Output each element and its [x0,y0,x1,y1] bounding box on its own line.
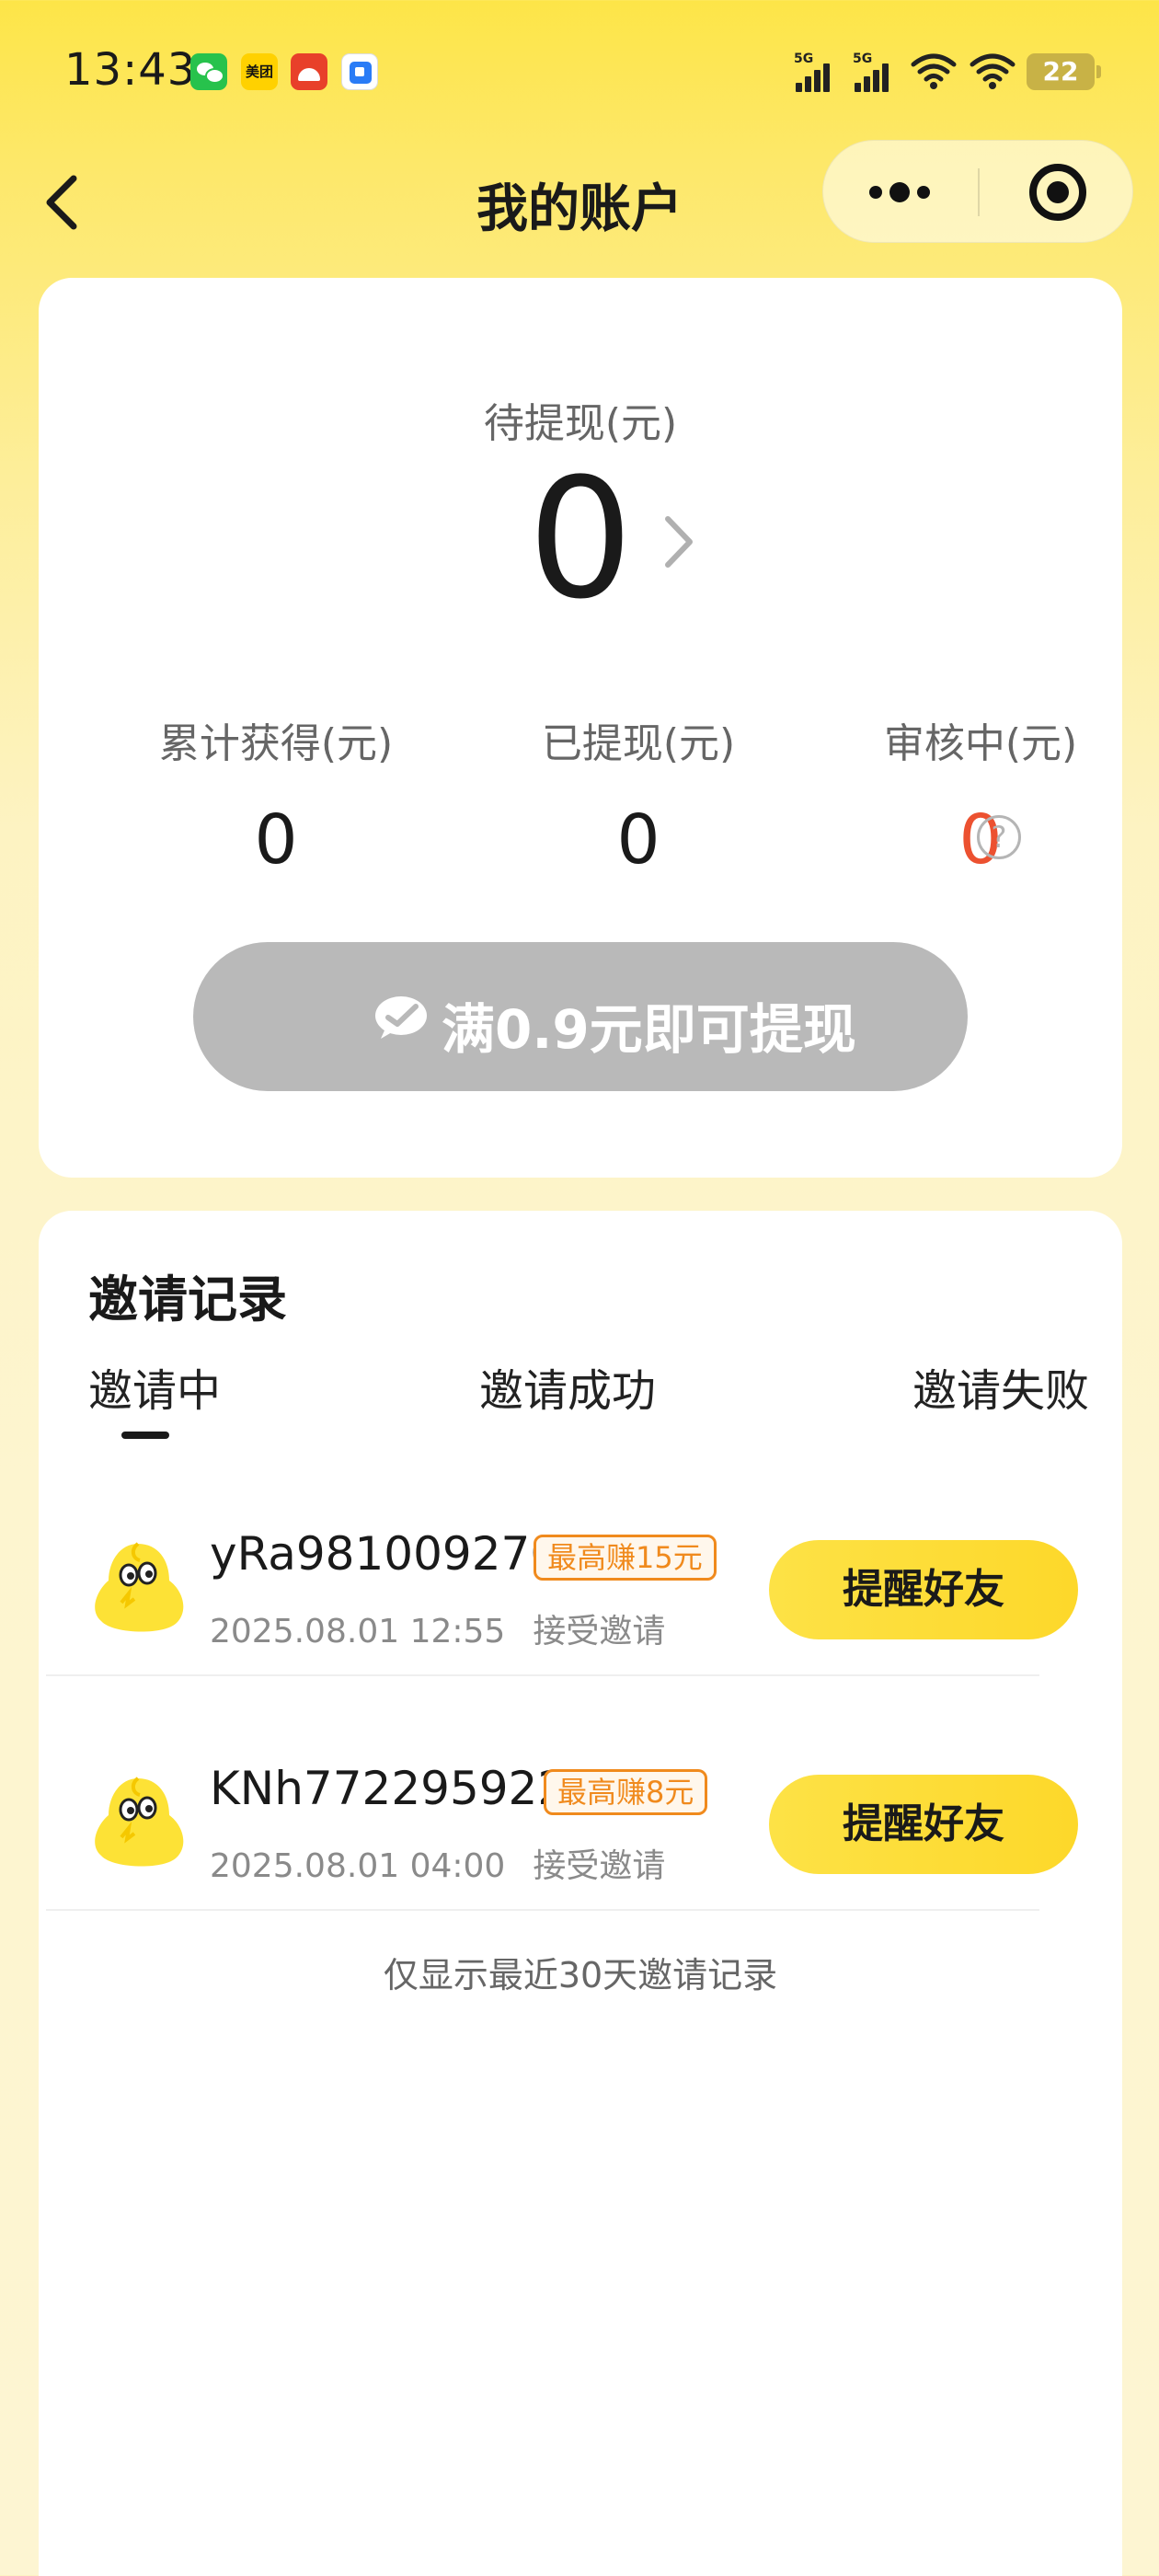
chevron-right-icon[interactable] [655,510,701,574]
withdraw-button[interactable]: 满0.9元即可提现 [193,942,968,1091]
wechat-icon [190,53,227,90]
wechat-pay-icon [375,996,427,1039]
remind-friend-button[interactable]: 提醒好友 [769,1540,1078,1639]
tab-invite-success[interactable]: 邀请成功 [479,1354,656,1419]
section-title: 邀请记录 [88,1271,287,1328]
app-notification-icon [291,53,327,90]
more-dots-icon [869,186,882,199]
withdraw-button-label: 满0.9元即可提现 [442,998,856,1061]
active-tab-indicator [121,1432,169,1439]
stat-withdrawn: 已提现(元) 0 [473,710,804,874]
account-summary-card: 待提现(元) 0 累计获得(元) 0 已提现(元) 0 审核中(元) 0 ? 满… [39,278,1122,1178]
stat-label: 审核中(元) [883,720,1078,767]
avatar [95,1542,184,1632]
invite-meta: 2025.08.01 12:55 接受邀请 [210,1604,665,1652]
invite-status: 接受邀请 [533,1613,666,1650]
invitee-username: yRa981009270 [210,1527,560,1581]
avatar [95,1777,184,1867]
help-icon[interactable]: ? [977,815,1021,859]
stat-label: 已提现(元) [541,720,736,767]
pending-withdrawal-amount[interactable]: 0 [39,457,1122,623]
invite-date: 2025.08.01 04:00 [210,1847,506,1885]
stat-total-earned: 累计获得(元) 0 [110,710,442,874]
meituan-icon: 美团 [241,53,278,90]
invite-meta: 2025.08.01 04:00 接受邀请 [210,1839,665,1887]
tab-inviting[interactable]: 邀请中 [88,1354,221,1419]
more-button[interactable] [823,141,978,244]
close-mini-program-button[interactable] [980,141,1134,244]
invite-date: 2025.08.01 12:55 [210,1613,506,1650]
pending-withdrawal-label: 待提现(元) [483,400,678,447]
battery-indicator: 22 [1027,53,1101,90]
stat-value: 0 [616,800,660,880]
invite-status: 接受邀请 [533,1847,666,1885]
reward-badge: 最高赚8元 [544,1769,708,1815]
mini-program-capsule [822,140,1133,243]
list-item: KNh772295922 最高赚8元 2025.08.01 04:00 接受邀请 … [39,1729,1122,1913]
list-divider [46,1909,1039,1911]
tab-invite-failed[interactable]: 邀请失败 [912,1354,1089,1419]
wifi-icon [970,53,1016,89]
records-footer-note: 仅显示最近30天邀请记录 [383,1955,778,1995]
remind-friend-button[interactable]: 提醒好友 [769,1775,1078,1874]
list-divider [46,1674,1039,1676]
list-item: yRa981009270 最高赚15元 2025.08.01 12:55 接受邀请… [39,1494,1122,1678]
app-notification-icon [341,53,378,90]
cellular-signal-icon: 5G [794,52,838,92]
reward-badge: 最高赚15元 [534,1535,717,1581]
wifi-icon [911,53,957,89]
cellular-signal-icon: 5G [853,52,897,92]
stat-label: 累计获得(元) [158,720,394,767]
status-bar: 13:43 美团 5G 5G 22 [0,0,1159,138]
stat-value: 0 [254,800,298,880]
invitee-username: KNh772295922 [210,1762,568,1815]
status-time: 13:43 [64,44,197,96]
invite-records-card: 邀请记录 邀请中 邀请成功 邀请失败 yRa981009270 最高赚15元 2… [39,1211,1122,2576]
